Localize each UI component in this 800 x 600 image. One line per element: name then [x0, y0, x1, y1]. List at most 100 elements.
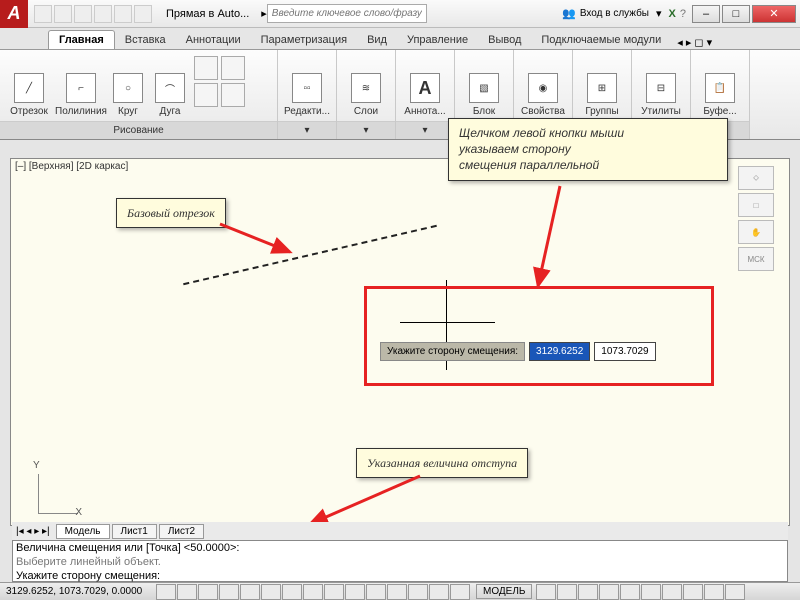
tab-parametric[interactable]: Параметризация [251, 31, 357, 49]
viewcube-icon[interactable]: ⬦ [738, 166, 774, 190]
polyline-button[interactable]: ⌐Полилиния [56, 54, 106, 117]
ortho-toggle[interactable] [198, 584, 218, 600]
command-line[interactable]: Величина смещения или [Точка] <50.0000>:… [12, 540, 788, 582]
snap-toggle[interactable] [156, 584, 176, 600]
modify-button[interactable]: ▫▫Редакти... [282, 54, 332, 117]
line-icon: ╱ [14, 73, 44, 103]
properties-button[interactable]: ◉Свойства [518, 54, 568, 117]
window-title: Прямая в Auto... [158, 8, 257, 20]
navigation-bar: ⬦ □ ✋ МСК [738, 166, 782, 271]
tab-output[interactable]: Вывод [478, 31, 531, 49]
callout-offset-side: Щелчком левой кнопки мыши указываем стор… [448, 118, 728, 181]
status-toggle[interactable] [662, 584, 682, 600]
clipboard-icon: 📋 [705, 73, 735, 103]
grid-toggle[interactable] [177, 584, 197, 600]
modify-icon: ▫▫ [292, 73, 322, 103]
cmd-line-2: Выберите линейный объект. [16, 556, 784, 570]
block-icon: ▧ [469, 73, 499, 103]
viewcube-icon[interactable]: □ [738, 193, 774, 217]
panel-draw-label[interactable]: Рисование [0, 121, 277, 139]
polar-toggle[interactable] [219, 584, 239, 600]
status-toggle[interactable] [704, 584, 724, 600]
close-button[interactable]: ✕ [752, 5, 796, 23]
ucs-icon: Y X [28, 464, 78, 514]
qat-redo-icon[interactable] [114, 5, 132, 23]
groups-button[interactable]: ⊞Группы [577, 54, 627, 117]
draw-misc-button[interactable] [194, 56, 218, 80]
osnap-toggle[interactable] [240, 584, 260, 600]
status-toggle[interactable] [578, 584, 598, 600]
highlight-box [364, 286, 714, 386]
utilities-button[interactable]: ⊟Утилиты [636, 54, 686, 117]
signin-link[interactable]: Вход в службы [580, 8, 649, 19]
status-toggle[interactable] [599, 584, 619, 600]
cmd-line-1: Величина смещения или [Точка] <50.0000>: [16, 542, 784, 556]
qat-new-icon[interactable] [34, 5, 52, 23]
people-icon[interactable]: 👥 [562, 7, 576, 20]
text-icon: A [410, 73, 440, 103]
help-icon[interactable]: ? [680, 8, 686, 20]
search-input[interactable] [267, 4, 427, 23]
status-bar: 3129.6252, 1073.7029, 0.0000 МОДЕЛЬ [0, 582, 800, 600]
groups-icon: ⊞ [587, 73, 617, 103]
quick-access-toolbar [28, 5, 158, 23]
status-toggle[interactable] [725, 584, 745, 600]
status-toggle[interactable] [282, 584, 302, 600]
calculator-icon: ⊟ [646, 73, 676, 103]
qat-plot-icon[interactable] [134, 5, 152, 23]
viewport-label[interactable]: [–] [Верхняя] [2D каркас] [15, 161, 128, 172]
tab-insert[interactable]: Вставка [115, 31, 176, 49]
status-toggle[interactable] [450, 584, 470, 600]
clipboard-button[interactable]: 📋Буфе... [695, 54, 745, 117]
qat-save-icon[interactable] [74, 5, 92, 23]
qat-undo-icon[interactable] [94, 5, 112, 23]
status-toggle[interactable] [303, 584, 323, 600]
status-model-space[interactable]: МОДЕЛЬ [476, 584, 532, 599]
layout-tab-model[interactable]: Модель [56, 524, 110, 539]
annotation-button[interactable]: AАннота... [400, 54, 450, 117]
arc-icon: ⌒ [155, 73, 185, 103]
app-menu-icon[interactable]: A [0, 0, 28, 28]
status-toggle[interactable] [324, 584, 344, 600]
qat-open-icon[interactable] [54, 5, 72, 23]
arc-button[interactable]: ⌒Дуга [150, 54, 190, 117]
status-toggle[interactable] [557, 584, 577, 600]
status-toggle[interactable] [366, 584, 386, 600]
status-toggle[interactable] [408, 584, 428, 600]
tab-home[interactable]: Главная [48, 30, 115, 49]
tab-manage[interactable]: Управление [397, 31, 478, 49]
wcs-label[interactable]: МСК [738, 247, 774, 271]
callout-offset-value: Указанная величина отступа [356, 448, 528, 478]
status-coordinates: 3129.6252, 1073.7029, 0.0000 [6, 586, 156, 597]
minimize-button[interactable]: – [692, 5, 720, 23]
draw-misc-button[interactable] [221, 83, 245, 107]
tab-view[interactable]: Вид [357, 31, 397, 49]
nav-pan-icon[interactable]: ✋ [738, 220, 774, 244]
properties-icon: ◉ [528, 73, 558, 103]
polyline-icon: ⌐ [66, 73, 96, 103]
status-toggle[interactable] [429, 584, 449, 600]
tab-annotate[interactable]: Аннотации [176, 31, 251, 49]
callout-base-segment: Базовый отрезок [116, 198, 226, 228]
exchange-icon[interactable]: X [669, 8, 676, 20]
layout-tab-sheet1[interactable]: Лист1 [112, 524, 157, 539]
status-toggle[interactable] [641, 584, 661, 600]
layout-nav-buttons[interactable]: |◂ ◂ ▸ ▸| [12, 526, 54, 537]
block-button[interactable]: ▧Блок [459, 54, 509, 117]
layers-button[interactable]: ≋Слои [341, 54, 391, 117]
layers-icon: ≋ [351, 73, 381, 103]
circle-button[interactable]: ○Круг [108, 54, 148, 117]
status-toggle[interactable] [620, 584, 640, 600]
status-toggle[interactable] [536, 584, 556, 600]
status-toggle[interactable] [345, 584, 365, 600]
layout-tab-sheet2[interactable]: Лист2 [159, 524, 204, 539]
layout-tabs: |◂ ◂ ▸ ▸| Модель Лист1 Лист2 [12, 522, 788, 540]
status-toggle[interactable] [387, 584, 407, 600]
line-button[interactable]: ╱Отрезок [4, 54, 54, 117]
draw-misc-button[interactable] [194, 83, 218, 107]
status-toggle[interactable] [261, 584, 281, 600]
maximize-button[interactable]: □ [722, 5, 750, 23]
status-toggle[interactable] [683, 584, 703, 600]
draw-misc-button[interactable] [221, 56, 245, 80]
tab-plugins[interactable]: Подключаемые модули [531, 31, 671, 49]
